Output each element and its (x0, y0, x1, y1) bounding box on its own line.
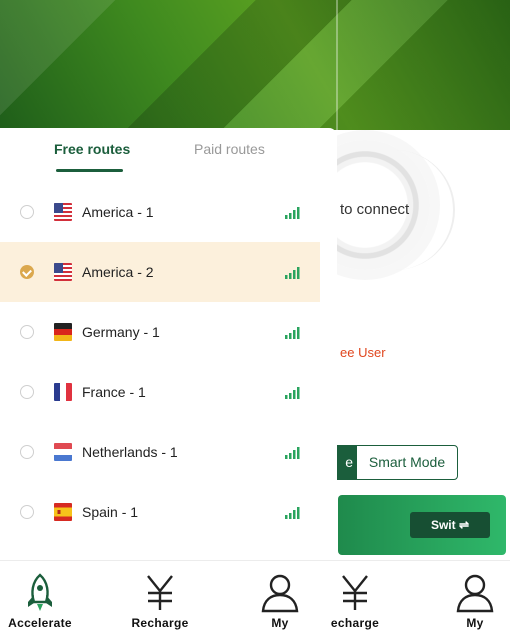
active-tab-indicator (56, 169, 123, 172)
route-name: America - 1 (82, 204, 154, 220)
nav-label-accelerate: Accelerate (8, 616, 72, 630)
rocket-icon (23, 573, 57, 618)
us-flag-icon (54, 203, 72, 221)
free-user-label: ee User (340, 345, 386, 360)
spain-flag-icon (54, 503, 72, 521)
route-row[interactable]: Spain - 1 (0, 482, 320, 542)
route-sheet: Free routes Paid routes America - 1 Amer… (0, 128, 337, 560)
route-tabs: Free routes Paid routes (0, 128, 337, 174)
tab-paid-routes[interactable]: Paid routes (194, 141, 265, 157)
radio-icon[interactable] (20, 385, 34, 399)
nav-recharge[interactable]: Recharge (115, 561, 205, 640)
signal-strength-icon (285, 326, 300, 339)
header-banner (0, 0, 510, 130)
signal-strength-icon (285, 266, 300, 279)
bottom-nav: Accelerate Recharge My echarge My (0, 560, 510, 640)
route-row[interactable]: Germany - 1 (0, 302, 320, 362)
route-row[interactable]: Netherlands - 1 (0, 422, 320, 482)
nav-label-my-background: My (466, 616, 484, 630)
nav-my-background[interactable]: My (430, 561, 510, 640)
yen-icon (338, 573, 372, 616)
user-icon (456, 573, 494, 618)
signal-strength-icon (285, 506, 300, 519)
route-name: Spain - 1 (82, 504, 139, 520)
yen-icon (143, 573, 177, 616)
radio-icon[interactable] (20, 505, 34, 519)
nav-accelerate[interactable]: Accelerate (0, 561, 85, 640)
route-list: America - 1 America - 2 Germany - 1 Fran… (0, 182, 320, 542)
tab-free-routes[interactable]: Free routes (54, 141, 130, 157)
route-row-selected[interactable]: America - 2 (0, 242, 320, 302)
switch-button[interactable]: Swit ⇌ (410, 512, 490, 538)
connect-label: to connect (340, 201, 410, 218)
signal-strength-icon (285, 386, 300, 399)
nav-label-recharge-background: echarge (330, 616, 380, 630)
route-name: America - 2 (82, 264, 154, 280)
signal-strength-icon (285, 206, 300, 219)
nav-label-recharge: Recharge (131, 616, 189, 630)
radio-checked-icon[interactable] (20, 265, 34, 279)
netherlands-flag-icon (54, 443, 72, 461)
mode-option-smart[interactable]: Smart Mode (357, 446, 457, 479)
signal-strength-icon (285, 446, 300, 459)
route-name: Netherlands - 1 (82, 444, 178, 460)
radio-icon[interactable] (20, 325, 34, 339)
france-flag-icon (54, 383, 72, 401)
us-flag-icon (54, 263, 72, 281)
route-name: Germany - 1 (82, 324, 160, 340)
radio-icon[interactable] (20, 205, 34, 219)
germany-flag-icon (54, 323, 72, 341)
route-row[interactable]: America - 1 (0, 182, 320, 242)
route-name: France - 1 (82, 384, 146, 400)
route-row[interactable]: France - 1 (0, 362, 320, 422)
user-icon (261, 573, 299, 618)
mode-toggle[interactable]: e Smart Mode (326, 445, 458, 480)
radio-icon[interactable] (20, 445, 34, 459)
nav-recharge-background[interactable]: echarge (310, 561, 400, 640)
